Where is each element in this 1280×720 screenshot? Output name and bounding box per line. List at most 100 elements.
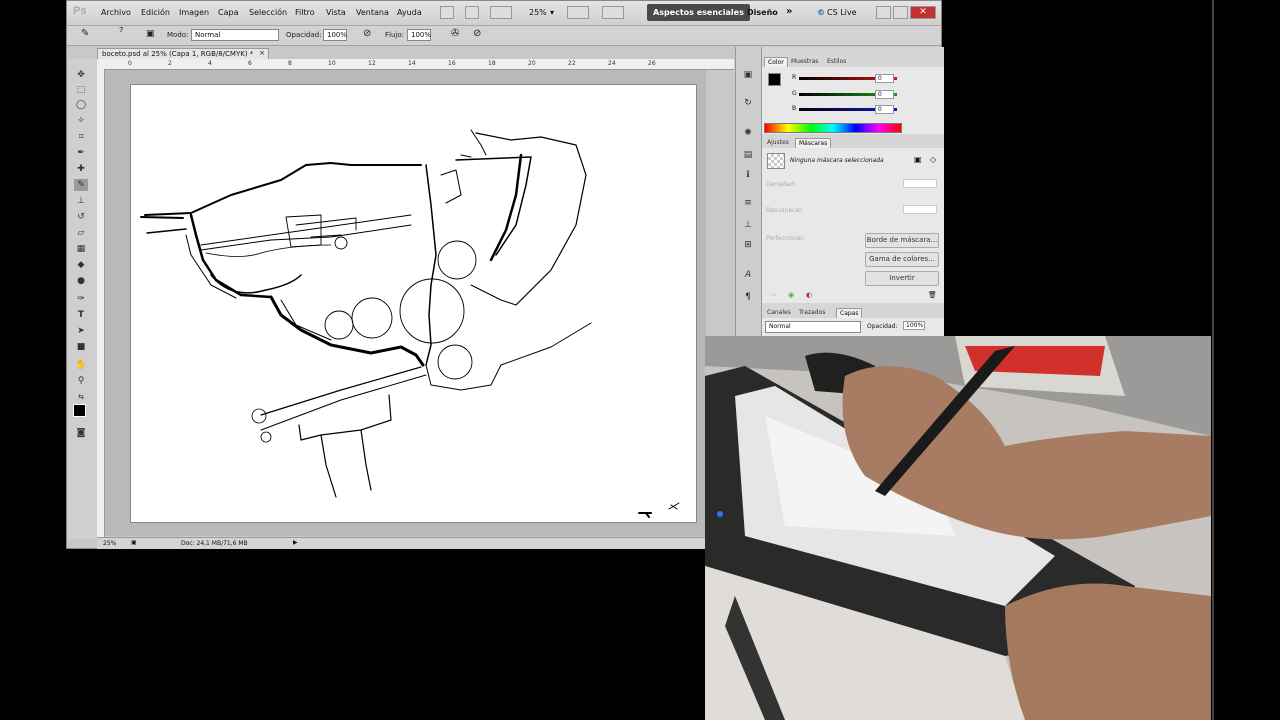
- healing-brush-icon[interactable]: ✚: [74, 163, 88, 175]
- color-range-button[interactable]: Gama de colores...: [865, 252, 939, 267]
- tab-styles[interactable]: Estilos: [824, 57, 849, 67]
- mask-edge-button[interactable]: Borde de máscara...: [865, 233, 939, 248]
- brush-tool-icon[interactable]: ✎: [74, 179, 88, 191]
- layer-blend-mode[interactable]: Normal: [765, 321, 861, 333]
- status-menu-icon[interactable]: ▶: [293, 539, 298, 546]
- tab-layers[interactable]: Capas: [836, 308, 863, 318]
- webcam-overlay: [705, 336, 1211, 720]
- crop-tool-icon[interactable]: ⌗: [74, 131, 88, 143]
- history-brush-icon[interactable]: ↺: [74, 211, 88, 223]
- tab-color[interactable]: Color: [764, 57, 788, 67]
- lasso-tool-icon[interactable]: ◯: [74, 99, 88, 111]
- color-spectrum[interactable]: [764, 123, 902, 133]
- tool-presets-dock-icon[interactable]: ⊞: [742, 239, 754, 251]
- brush-tool-icon[interactable]: ✎: [81, 28, 89, 39]
- screen-mode-button[interactable]: [602, 6, 624, 19]
- close-button[interactable]: ✕: [910, 6, 936, 19]
- quick-select-icon[interactable]: ✧: [74, 115, 88, 127]
- pen-tool-icon[interactable]: ✑: [74, 293, 88, 305]
- status-info-icon[interactable]: ▣: [131, 539, 137, 546]
- tab-adjustments[interactable]: Ajustes: [764, 138, 792, 148]
- cslive-button[interactable]: CS Live: [827, 8, 857, 17]
- blur-icon[interactable]: ◆: [74, 259, 88, 271]
- zoom-menu[interactable]: 25%: [529, 8, 547, 17]
- delete-mask-icon[interactable]: 🗑: [928, 291, 937, 299]
- minibridge-button[interactable]: [465, 6, 479, 19]
- shape-tool-icon[interactable]: ■: [74, 341, 88, 353]
- r-value[interactable]: 0: [875, 74, 894, 83]
- brush-size-value[interactable]: 7: [119, 26, 123, 34]
- eyedropper-icon[interactable]: ✒: [74, 147, 88, 159]
- menu-filtro[interactable]: Filtro: [295, 8, 315, 17]
- foreground-color-swatch[interactable]: [73, 404, 86, 417]
- g-value[interactable]: 0: [875, 90, 894, 99]
- menu-archivo[interactable]: Archivo: [101, 8, 131, 17]
- actions-dock-icon[interactable]: ✺: [742, 127, 754, 139]
- navigator-dock-icon[interactable]: ▤: [742, 149, 754, 161]
- clone-source-dock-icon[interactable]: ⊥: [742, 219, 754, 231]
- info-dock-icon[interactable]: ℹ: [742, 169, 754, 181]
- menu-capa[interactable]: Capa: [218, 8, 238, 17]
- pressure-size-icon[interactable]: ⊘: [473, 28, 481, 39]
- minibridge-dock-icon[interactable]: ▣: [742, 69, 754, 81]
- eraser-icon[interactable]: ▱: [74, 227, 88, 239]
- paragraph-dock-icon[interactable]: ¶: [742, 291, 754, 303]
- add-pixel-mask-icon[interactable]: ▣: [914, 155, 922, 164]
- brush-presets-dock-icon[interactable]: ≡: [742, 197, 754, 209]
- feather-field[interactable]: [903, 205, 937, 214]
- ruler-tick: 22: [568, 60, 576, 67]
- tab-swatches[interactable]: Muestras: [788, 57, 821, 67]
- status-zoom[interactable]: 25%: [103, 540, 116, 547]
- menu-seleccion[interactable]: Selección: [249, 8, 287, 17]
- type-tool-icon[interactable]: T: [74, 309, 88, 321]
- extras-button[interactable]: [490, 6, 512, 19]
- airbrush-icon[interactable]: ✇: [451, 28, 459, 39]
- menu-imagen[interactable]: Imagen: [179, 8, 209, 17]
- tab-masks[interactable]: Máscaras: [795, 138, 832, 148]
- menu-ayuda[interactable]: Ayuda: [397, 8, 422, 17]
- opacity-field[interactable]: 100%: [323, 29, 347, 41]
- hand-tool-icon[interactable]: ✋: [74, 359, 88, 371]
- density-field[interactable]: [903, 179, 937, 188]
- zoom-chevron-icon[interactable]: ▾: [550, 8, 554, 17]
- layer-opacity-field[interactable]: 100%: [903, 321, 925, 330]
- add-vector-mask-icon[interactable]: ◇: [930, 155, 936, 164]
- menu-edicion[interactable]: Edición: [141, 8, 170, 17]
- workspace-essentials-button[interactable]: Aspectos esenciales: [647, 4, 750, 21]
- move-tool-icon[interactable]: ✥: [74, 69, 88, 81]
- character-dock-icon[interactable]: A: [742, 269, 754, 281]
- dodge-icon[interactable]: ●: [74, 275, 88, 287]
- path-select-icon[interactable]: ➤: [74, 325, 88, 337]
- more-workspaces-icon[interactable]: »: [786, 6, 792, 17]
- drawing-canvas[interactable]: [131, 85, 696, 522]
- clone-stamp-icon[interactable]: ⊥: [74, 195, 88, 207]
- zoom-tool-icon[interactable]: ⚲: [74, 375, 88, 387]
- load-selection-icon[interactable]: ⋯: [770, 291, 777, 299]
- minimize-button[interactable]: [876, 6, 891, 19]
- swap-colors-icon[interactable]: ⇆: [74, 391, 88, 403]
- workspace-design-button[interactable]: Diseño: [747, 8, 778, 17]
- bridge-button[interactable]: [440, 6, 454, 19]
- apply-mask-icon[interactable]: ◉: [788, 291, 794, 299]
- arrange-docs-button[interactable]: [567, 6, 589, 19]
- history-dock-icon[interactable]: ↻: [742, 97, 754, 109]
- maximize-button[interactable]: [893, 6, 908, 19]
- mask-visibility-icon[interactable]: ◐: [806, 291, 812, 299]
- tab-channels[interactable]: Canales: [764, 308, 794, 318]
- b-value[interactable]: 0: [875, 105, 894, 114]
- pressure-opacity-icon[interactable]: ⊘: [363, 28, 371, 39]
- brush-panel-icon[interactable]: ▣: [146, 29, 155, 39]
- mode-select[interactable]: Normal: [191, 29, 279, 41]
- gradient-icon[interactable]: ▦: [74, 243, 88, 255]
- menu-vista[interactable]: Vista: [326, 8, 346, 17]
- marquee-tool-icon[interactable]: ⬚: [74, 84, 88, 96]
- ruler-tick: 20: [528, 60, 536, 67]
- color-foreground-swatch[interactable]: [768, 73, 781, 86]
- tab-close-icon[interactable]: ×: [259, 49, 265, 57]
- menu-ventana[interactable]: Ventana: [356, 8, 389, 17]
- ruler-tick: 0: [128, 60, 132, 67]
- flow-field[interactable]: 100%: [407, 29, 431, 41]
- invert-button[interactable]: Invertir: [865, 271, 939, 286]
- tab-paths[interactable]: Trazados: [796, 308, 828, 318]
- quick-mask-icon[interactable]: ◙: [74, 427, 88, 439]
